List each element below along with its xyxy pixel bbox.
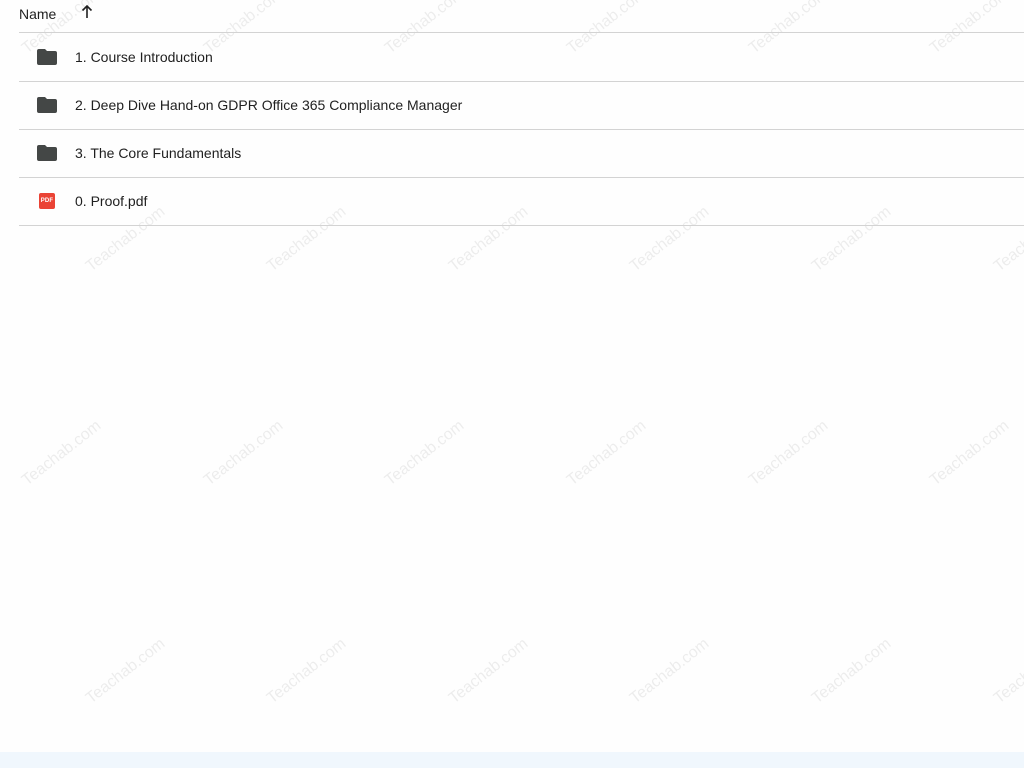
list-item[interactable]: 1. Course Introduction [19, 33, 1024, 82]
watermark: Teachab.com [745, 417, 832, 490]
file-name: 2. Deep Dive Hand-on GDPR Office 365 Com… [75, 97, 463, 113]
folder-icon [37, 49, 57, 65]
bottom-strip [0, 752, 1024, 768]
file-name: 1. Course Introduction [75, 49, 213, 65]
arrow-up-icon[interactable] [78, 3, 96, 21]
watermark: Teachab.com [808, 635, 895, 708]
watermark: Teachab.com [626, 635, 713, 708]
file-name: 3. The Core Fundamentals [75, 145, 242, 161]
watermark: Teachab.com [445, 635, 532, 708]
watermark: Teachab.com [990, 635, 1024, 708]
folder-icon [37, 145, 57, 161]
folder-icon [37, 97, 57, 113]
watermark: Teachab.com [263, 635, 350, 708]
watermark: Teachab.com [82, 635, 169, 708]
watermark: Teachab.com [18, 417, 105, 490]
column-header: Name [0, 0, 1024, 32]
watermark: Teachab.com [200, 417, 287, 490]
list-item[interactable]: 2. Deep Dive Hand-on GDPR Office 365 Com… [19, 81, 1024, 130]
list-item[interactable]: PDF 0. Proof.pdf [19, 177, 1024, 226]
list-item[interactable]: 3. The Core Fundamentals [19, 129, 1024, 178]
watermark: Teachab.com [381, 417, 468, 490]
file-list-page: Teachab.com Teachab.com Teachab.com Teac… [0, 0, 1024, 768]
watermark: Teachab.com [563, 417, 650, 490]
watermark: Teachab.com [926, 417, 1013, 490]
file-name: 0. Proof.pdf [75, 193, 148, 209]
pdf-icon: PDF [39, 193, 55, 209]
name-column-header[interactable]: Name [19, 6, 56, 22]
